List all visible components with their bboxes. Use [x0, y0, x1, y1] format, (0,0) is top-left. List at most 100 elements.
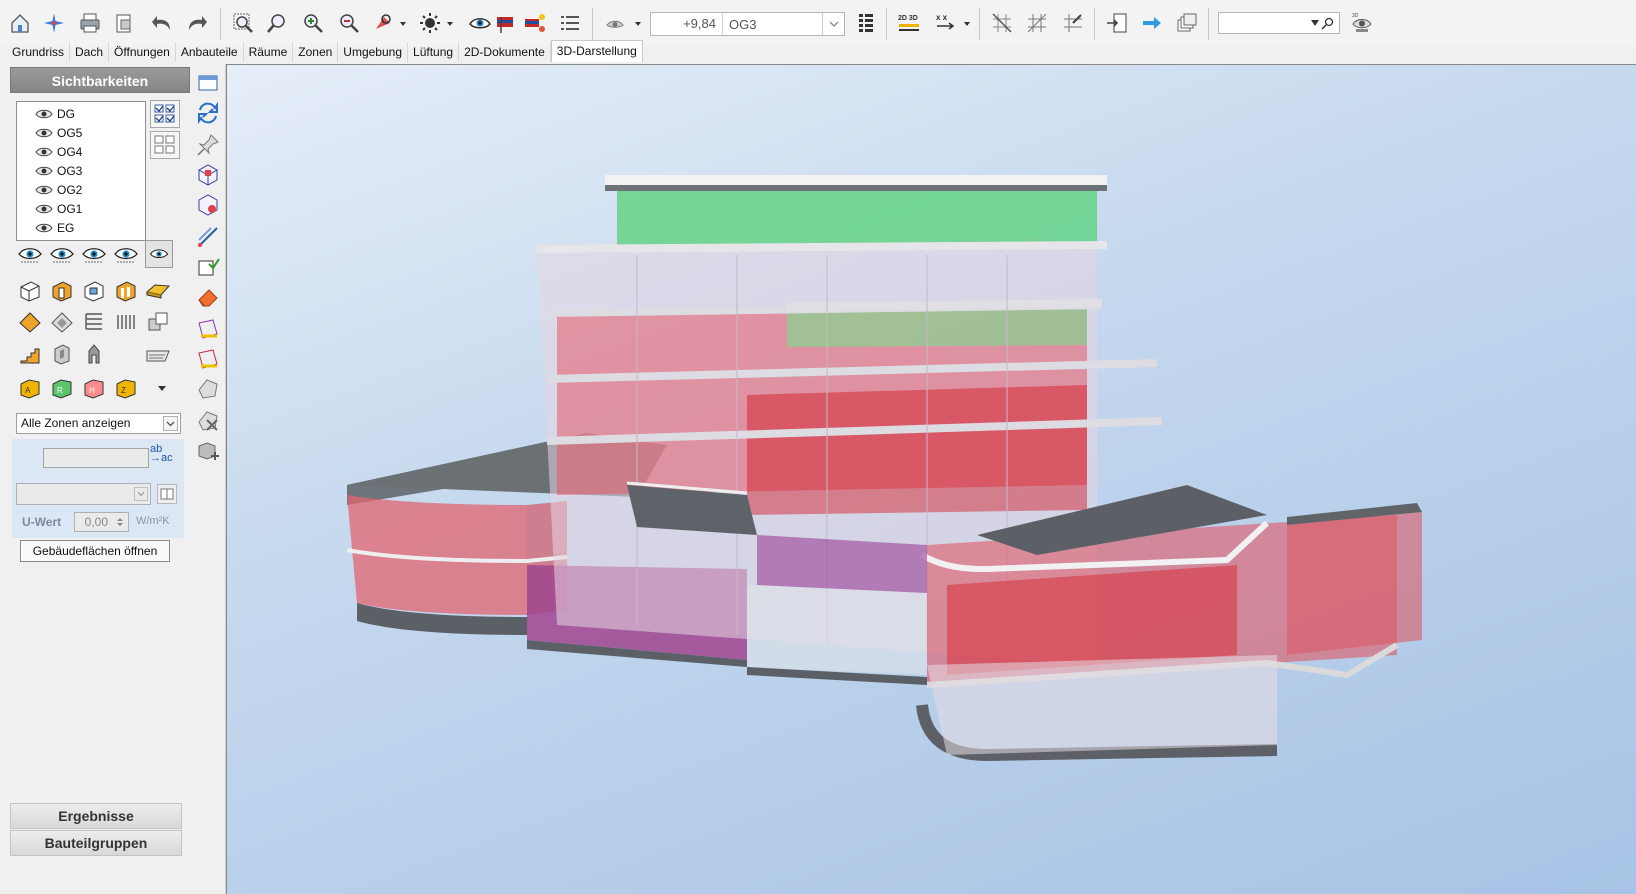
- home-icon[interactable]: [6, 8, 34, 38]
- floor-list-icon[interactable]: [852, 8, 880, 38]
- eye-icon[interactable]: [35, 184, 53, 196]
- zone-type-select[interactable]: [16, 483, 151, 505]
- box-gear-icon[interactable]: [195, 192, 221, 218]
- eye-icon[interactable]: [35, 222, 53, 234]
- window-wall-icon[interactable]: [81, 278, 107, 304]
- viewpoint-dropdown-icon[interactable]: [633, 18, 643, 28]
- zone-r-icon[interactable]: R: [49, 375, 75, 401]
- wall-icon[interactable]: [17, 278, 43, 304]
- tab-umgebung[interactable]: Umgebung: [338, 42, 409, 62]
- level-selector[interactable]: +9,84 OG3: [650, 12, 845, 36]
- component-groups-header[interactable]: Bauteilgruppen: [10, 830, 182, 856]
- uncheck-all-button[interactable]: [150, 131, 180, 159]
- 3d-viewport[interactable]: [226, 64, 1636, 894]
- visibility-eye-icon[interactable]: [466, 8, 494, 38]
- eye-icon[interactable]: [35, 146, 53, 158]
- refresh-icon[interactable]: [195, 100, 221, 126]
- measure-dropdown-icon[interactable]: [962, 18, 972, 28]
- slab-icon[interactable]: [145, 278, 171, 304]
- zoom-pick-icon[interactable]: [263, 8, 291, 38]
- list-icon[interactable]: [556, 8, 584, 38]
- catalog-button[interactable]: [157, 484, 177, 504]
- eye-icon[interactable]: [35, 203, 53, 215]
- tab-2d-dokumente[interactable]: 2D-Dokumente: [459, 42, 551, 62]
- flag-bulb-icon[interactable]: [521, 8, 549, 38]
- eraser-icon[interactable]: [195, 284, 221, 310]
- pin-icon[interactable]: [195, 132, 221, 158]
- sparkle-icon[interactable]: [40, 8, 68, 38]
- building-3d-model[interactable]: [227, 65, 1636, 894]
- arrow-forward-icon[interactable]: [1138, 8, 1166, 38]
- check-all-button[interactable]: [150, 100, 180, 128]
- list-item[interactable]: OG4: [35, 142, 82, 161]
- zone-highlight-icon[interactable]: [195, 316, 221, 342]
- eye-icon[interactable]: [35, 165, 53, 177]
- polygon-icon[interactable]: [195, 376, 221, 402]
- tab-lueftung[interactable]: Lüftung: [408, 42, 460, 62]
- tab-3d-darstellung[interactable]: 3D-Darstellung: [550, 40, 643, 62]
- zoom-out-icon[interactable]: [335, 8, 363, 38]
- chevron-down-icon[interactable]: [1311, 20, 1319, 26]
- zone-z-icon[interactable]: Z: [113, 375, 139, 401]
- add-component-icon[interactable]: [195, 438, 221, 464]
- column-icon[interactable]: [113, 278, 139, 304]
- line-edit-icon[interactable]: [195, 224, 221, 250]
- list-item[interactable]: OG1: [35, 199, 82, 218]
- undo-icon[interactable]: [148, 8, 176, 38]
- roof-icon[interactable]: [17, 309, 43, 335]
- zone-edit-icon[interactable]: [195, 346, 221, 372]
- flag-icon[interactable]: [491, 8, 519, 38]
- radiator-icon[interactable]: [113, 309, 139, 335]
- eye-icon[interactable]: [35, 108, 53, 120]
- eye-icon[interactable]: [16, 240, 44, 268]
- grid-off-icon[interactable]: [988, 8, 1016, 38]
- rename-abc-icon[interactable]: ab →ac: [150, 444, 173, 464]
- print-icon[interactable]: [76, 8, 104, 38]
- stack-icon[interactable]: [1173, 8, 1201, 38]
- eye-icon[interactable]: [35, 127, 53, 139]
- view-2d3d-icon[interactable]: 2D 3D: [895, 8, 923, 38]
- tab-zonen[interactable]: Zonen: [293, 42, 339, 62]
- grid-mesh-icon[interactable]: [1023, 8, 1051, 38]
- zone-name-field[interactable]: [43, 448, 149, 468]
- eye-icon[interactable]: [112, 240, 140, 268]
- window-icon[interactable]: [195, 70, 221, 96]
- box-check-icon[interactable]: [195, 254, 221, 280]
- list-item[interactable]: EG: [35, 218, 74, 237]
- search-input[interactable]: [1218, 12, 1340, 34]
- chevron-down-icon[interactable]: [134, 487, 148, 501]
- measure-icon[interactable]: x x: [932, 8, 960, 38]
- viewpoint-icon[interactable]: [602, 8, 630, 38]
- search-icon[interactable]: [1321, 16, 1335, 30]
- zoom-window-icon[interactable]: [229, 8, 257, 38]
- export-icon[interactable]: [1103, 8, 1131, 38]
- floor-pattern-icon[interactable]: [49, 309, 75, 335]
- box-3d-icon[interactable]: [195, 162, 221, 188]
- list-item[interactable]: OG5: [35, 123, 82, 142]
- pan-icon[interactable]: [370, 8, 398, 38]
- polygon-delete-icon[interactable]: [195, 408, 221, 434]
- stairs-icon[interactable]: [17, 341, 43, 367]
- eye-icon[interactable]: [80, 240, 108, 268]
- zone-a-icon[interactable]: A: [17, 375, 43, 401]
- 3d-eye-icon[interactable]: 3D: [1348, 8, 1376, 38]
- level-visibility-list[interactable]: DG OG5 OG4 OG3 OG2 OG1 EG: [16, 101, 146, 241]
- grid-cross-icon[interactable]: [1059, 8, 1087, 38]
- tab-oeffnungen[interactable]: Öffnungen: [109, 42, 176, 62]
- zoom-in-icon[interactable]: [299, 8, 327, 38]
- stairs-lines-icon[interactable]: [81, 309, 107, 335]
- tab-anbauteile[interactable]: Anbauteile: [176, 42, 244, 62]
- list-item[interactable]: OG3: [35, 161, 82, 180]
- redo-icon[interactable]: [183, 8, 211, 38]
- spin-icon[interactable]: [114, 515, 126, 529]
- chevron-down-icon[interactable]: [822, 13, 844, 35]
- list-item[interactable]: OG2: [35, 180, 82, 199]
- tab-grundriss[interactable]: Grundriss: [0, 42, 71, 62]
- door-wall-icon[interactable]: [49, 278, 75, 304]
- more-dropdown-icon[interactable]: [156, 382, 168, 394]
- opening-icon[interactable]: [145, 309, 171, 335]
- document-icon[interactable]: [110, 8, 138, 38]
- results-header[interactable]: Ergebnisse: [10, 803, 182, 829]
- open-building-surfaces-button[interactable]: Gebäudeflächen öffnen: [20, 540, 170, 562]
- chimney-icon[interactable]: [49, 341, 75, 367]
